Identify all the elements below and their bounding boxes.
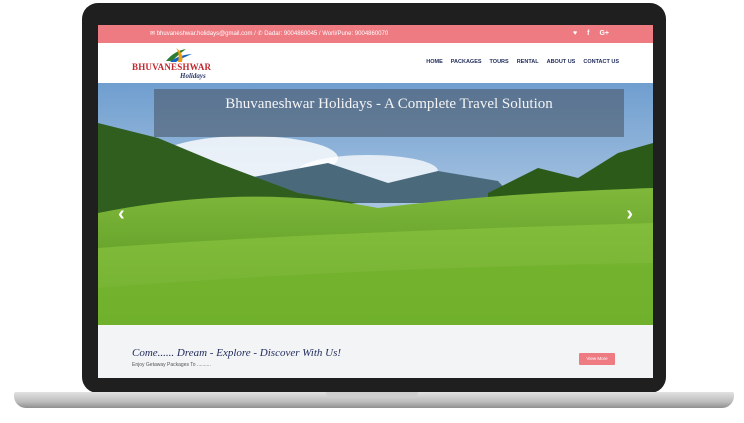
nav-contact-us[interactable]: CONTACT US: [583, 59, 619, 65]
main-nav: HOME PACKAGES TOURS RENTAL ABOUT US CONT…: [426, 59, 619, 65]
nav-rental[interactable]: RENTAL: [517, 59, 539, 65]
cta-headline: Come...... Dream - Explore - Discover Wi…: [132, 347, 342, 359]
hero-slider: Bhuvaneshwar Holidays - A Complete Trave…: [98, 83, 653, 325]
site-header: BHUVANESHWAR Holidays HOME PACKAGES TOUR…: [98, 43, 653, 83]
top-contact-bar: ✉ bhuvaneshwar.holidays@gmail.com / ✆ Da…: [98, 25, 653, 43]
website-screen: ✉ bhuvaneshwar.holidays@gmail.com / ✆ Da…: [98, 25, 653, 378]
slider-next-icon[interactable]: ›: [626, 203, 633, 226]
view-more-button[interactable]: View More: [579, 353, 615, 365]
logo-subtitle: Holidays: [180, 72, 206, 80]
facebook-icon[interactable]: f: [587, 25, 589, 43]
logo-name: BHUVANESHWAR: [132, 62, 212, 72]
social-links: ♥ f G+: [573, 25, 609, 43]
hero-banner: Bhuvaneshwar Holidays - A Complete Trave…: [154, 89, 624, 137]
cta-tagline: Enjoy Getaway Packages To ..........: [132, 362, 211, 368]
cta-section: Come...... Dream - Explore - Discover Wi…: [98, 325, 653, 378]
contact-info: ✉ bhuvaneshwar.holidays@gmail.com / ✆ Da…: [150, 31, 389, 37]
heart-icon[interactable]: ♥: [573, 25, 577, 43]
site-logo[interactable]: BHUVANESHWAR Holidays: [132, 47, 222, 81]
nav-home[interactable]: HOME: [426, 59, 443, 65]
nav-about-us[interactable]: ABOUT US: [547, 59, 576, 65]
slider-prev-icon[interactable]: ‹: [118, 203, 125, 226]
hero-title: Bhuvaneshwar Holidays - A Complete Trave…: [225, 96, 553, 112]
nav-tours[interactable]: TOURS: [490, 59, 509, 65]
google-plus-icon[interactable]: G+: [599, 25, 609, 43]
palm-logo-icon: [166, 48, 192, 62]
nav-packages[interactable]: PACKAGES: [451, 59, 482, 65]
laptop-notch: [326, 392, 418, 398]
